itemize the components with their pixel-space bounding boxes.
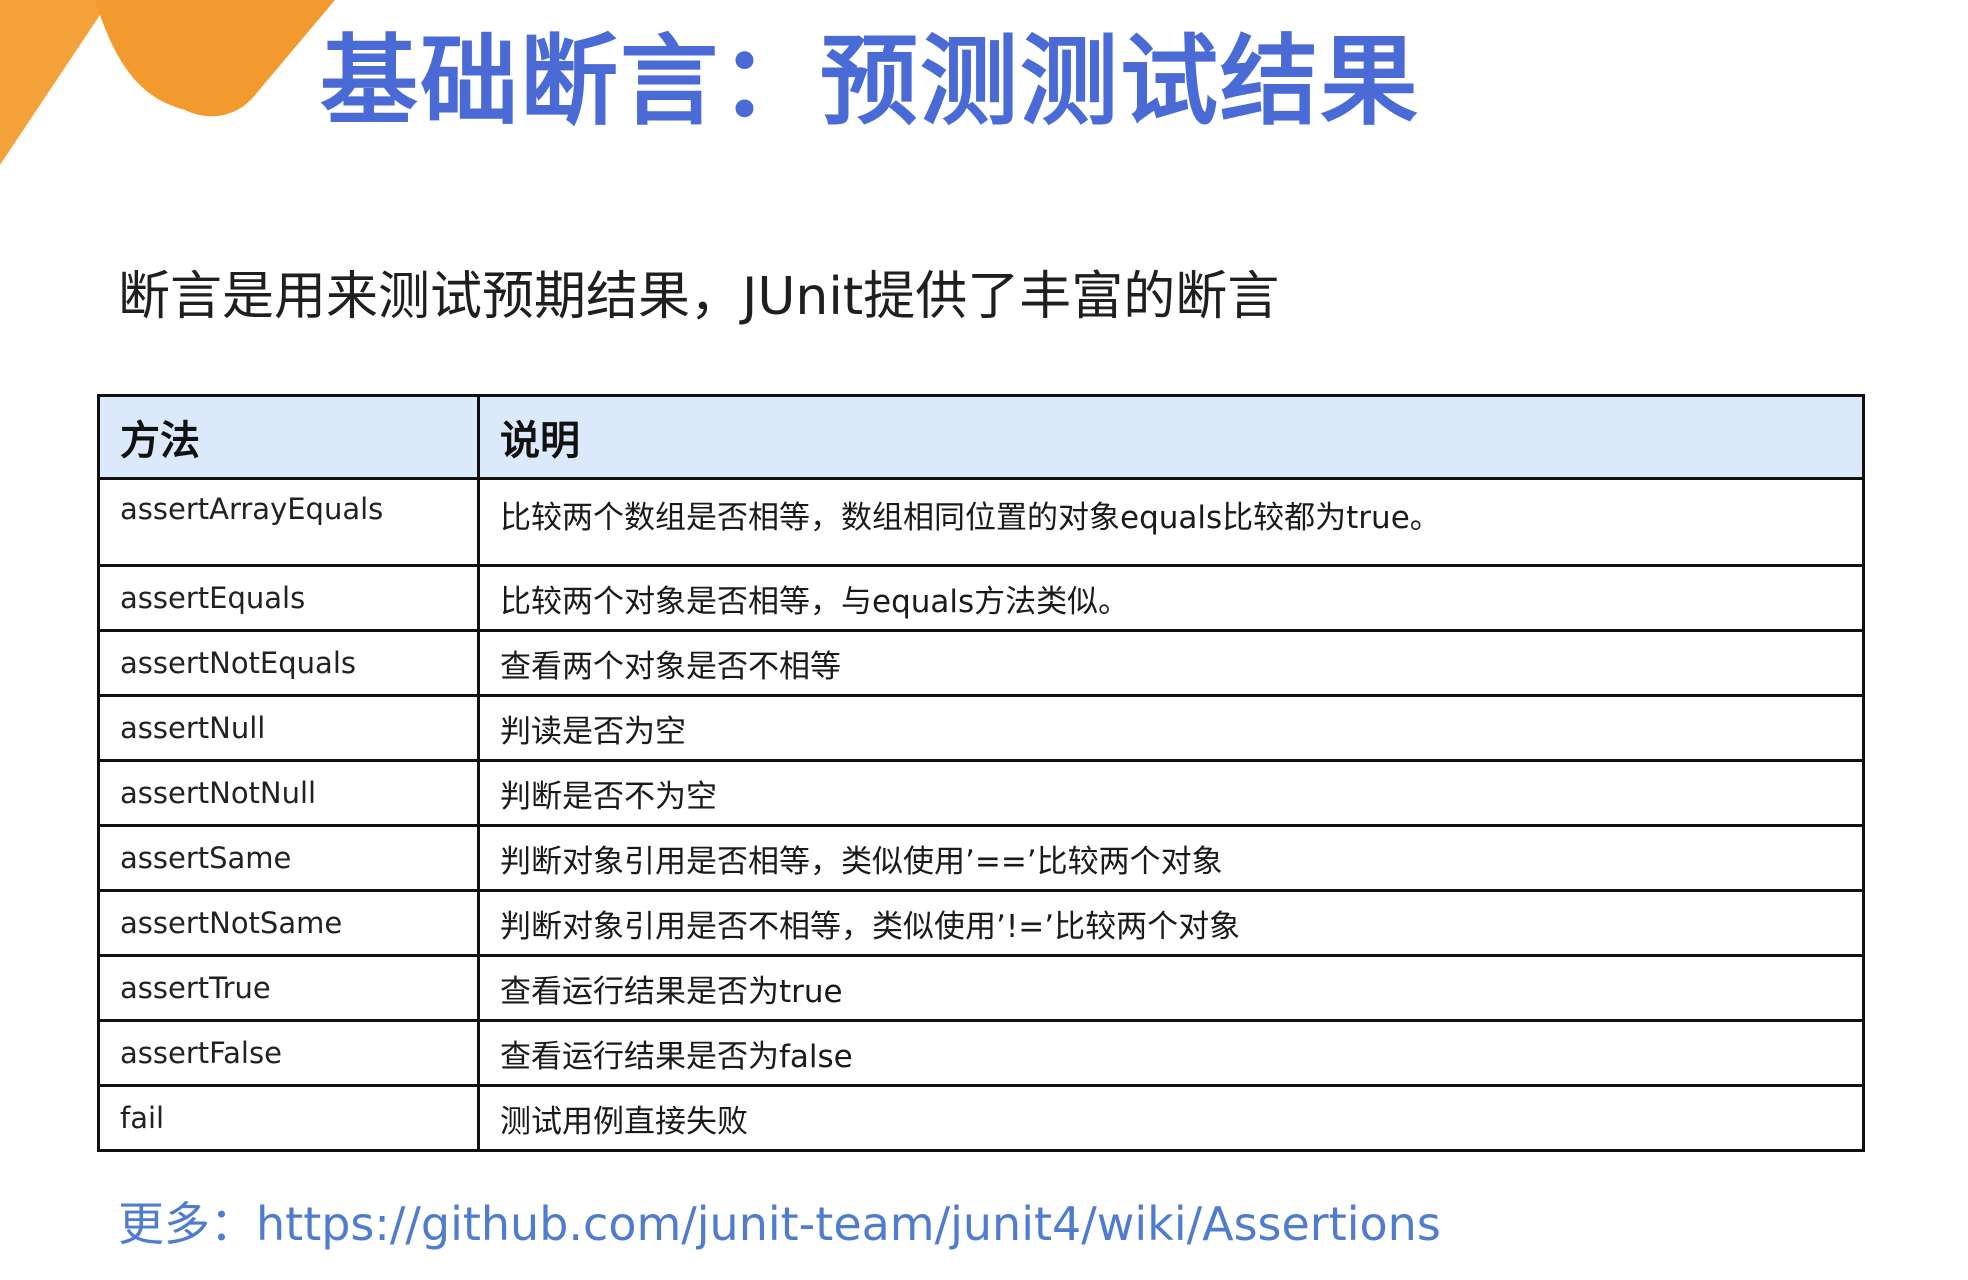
slide: 基础断言：预测测试结果 断言是用来测试预期结果，JUnit提供了丰富的断言 方法… [0,0,1968,1280]
assertions-wiki-link[interactable]: https://github.com/junit-team/junit4/wik… [256,1197,1441,1251]
description-cell: 查看运行结果是否为false [477,1019,1865,1087]
more-label: 更多： [118,1197,256,1251]
header-description: 说明 [477,394,1865,480]
table-row: assertNull 判读是否为空 [97,694,1865,762]
method-cell: assertNotSame [97,889,480,957]
method-cell: assertNotEquals [97,629,480,697]
description-cell: 查看运行结果是否为true [477,954,1865,1022]
table-row: assertNotSame 判断对象引用是否不相等，类似使用’!=’比较两个对象 [97,889,1865,957]
method-cell: assertNull [97,694,480,762]
method-cell: assertEquals [97,564,480,632]
slide-title: 基础断言：预测测试结果 [320,25,1421,139]
description-cell: 判断对象引用是否不相等，类似使用’!=’比较两个对象 [477,889,1865,957]
table-row: assertTrue 查看运行结果是否为true [97,954,1865,1022]
intro-text: 断言是用来测试预期结果，JUnit提供了丰富的断言 [118,267,1280,327]
method-cell: assertFalse [97,1019,480,1087]
table-row: fail 测试用例直接失败 [97,1084,1865,1152]
description-cell: 比较两个数组是否相等，数组相同位置的对象equals比较都为true。 [477,477,1865,567]
description-cell: 判读是否为空 [477,694,1865,762]
method-cell: assertTrue [97,954,480,1022]
table-row: assertEquals 比较两个对象是否相等，与equals方法类似。 [97,564,1865,632]
method-cell: assertSame [97,824,480,892]
assertions-table-container: 方法 说明 assertArrayEquals 比较两个数组是否相等，数组相同位… [97,394,1865,1152]
description-cell: 判断是否不为空 [477,759,1865,827]
table-row: assertSame 判断对象引用是否相等，类似使用’==’比较两个对象 [97,824,1865,892]
more-info: 更多：https://github.com/junit-team/junit4/… [118,1192,1441,1256]
table-row: assertFalse 查看运行结果是否为false [97,1019,1865,1087]
method-cell: assertNotNull [97,759,480,827]
method-cell: assertArrayEquals [97,477,480,567]
description-cell: 判断对象引用是否相等，类似使用’==’比较两个对象 [477,824,1865,892]
method-cell: fail [97,1084,480,1152]
corner-decoration [0,0,335,165]
table-row: assertNotNull 判断是否不为空 [97,759,1865,827]
description-cell: 比较两个对象是否相等，与equals方法类似。 [477,564,1865,632]
assertions-table: 方法 说明 assertArrayEquals 比较两个数组是否相等，数组相同位… [97,394,1865,1152]
table-header-row: 方法 说明 [97,394,1865,480]
table-row: assertNotEquals 查看两个对象是否不相等 [97,629,1865,697]
description-cell: 测试用例直接失败 [477,1084,1865,1152]
description-cell: 查看两个对象是否不相等 [477,629,1865,697]
header-method: 方法 [97,394,480,480]
table-row: assertArrayEquals 比较两个数组是否相等，数组相同位置的对象eq… [97,477,1865,567]
